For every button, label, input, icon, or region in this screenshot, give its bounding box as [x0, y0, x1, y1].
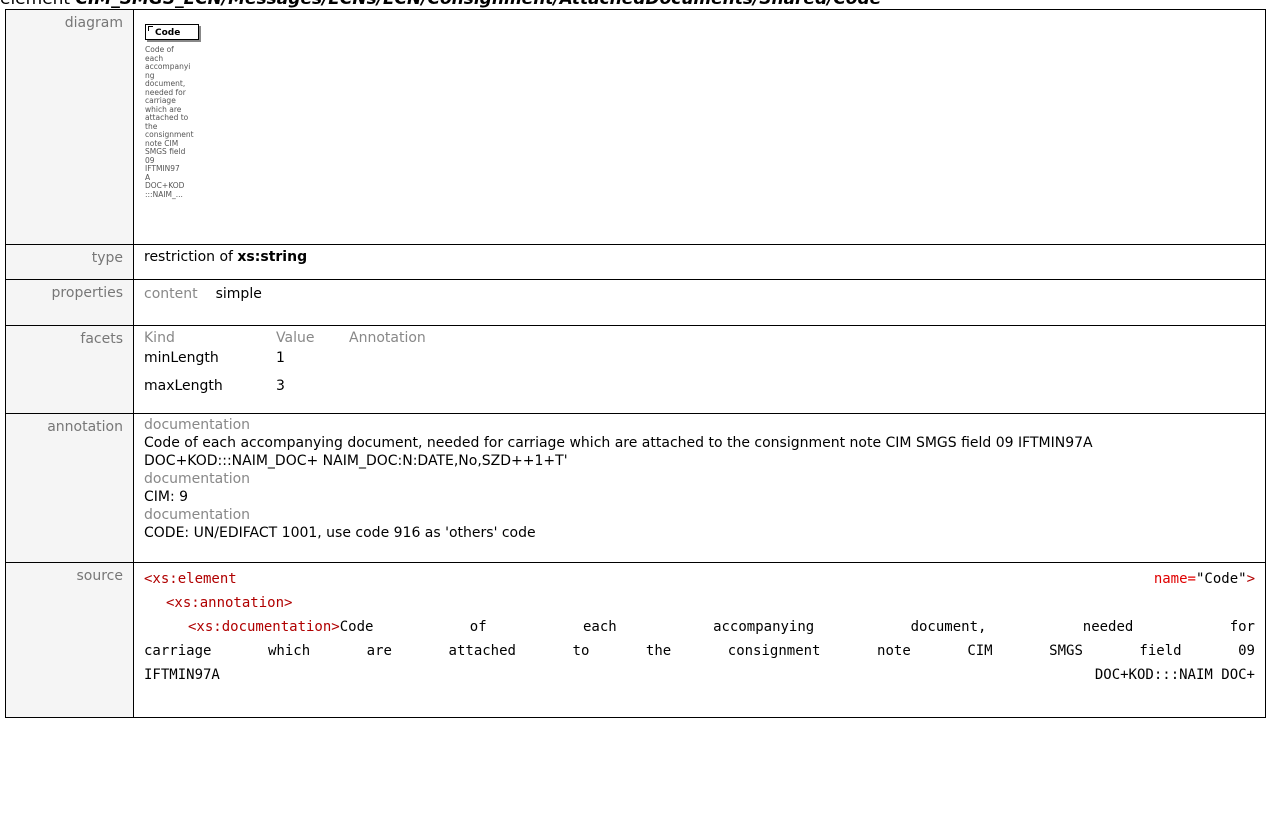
- row-diagram: diagram Code Code of each accompanyi ng …: [5, 9, 1266, 245]
- element-properties-table: diagram Code Code of each accompanyi ng …: [5, 9, 1266, 718]
- source-tag: <xs:element: [144, 571, 237, 587]
- diagram-cell: Code Code of each accompanyi ng document…: [133, 9, 1266, 245]
- row-properties: properties content simple: [5, 279, 1266, 326]
- element-box-label: Code: [155, 28, 181, 38]
- type-base-link[interactable]: xs:string: [237, 249, 307, 265]
- element-path: CIM_SMGS_ECN/Messages/ECNs/ECN/Consignme…: [76, 0, 882, 9]
- source-line: <xs:documentation> Code of each accompan…: [144, 615, 1255, 639]
- facets-header: Kind Value Annotation: [144, 330, 1255, 346]
- diagram-doc-line: IFTMIN97: [145, 164, 180, 173]
- source-text: DOC+KOD:::NAIM DOC+: [1094, 667, 1255, 683]
- row-type: type restriction of xs:string: [5, 244, 1266, 280]
- facet-row: minLength 1: [144, 350, 1255, 366]
- row-label-type: type: [5, 244, 134, 280]
- documentation-label: documentation: [144, 507, 251, 523]
- source-line: carriage which are attached to the consi…: [144, 639, 1255, 663]
- row-label-diagram: diagram: [5, 9, 134, 245]
- element-marker-icon: [148, 26, 153, 31]
- documentation-label: documentation: [144, 417, 251, 433]
- schema-diagram[interactable]: Code Code of each accompanyi ng document…: [145, 24, 220, 199]
- facet-kind: minLength: [144, 350, 219, 366]
- source-tag: <xs:documentation>: [188, 619, 340, 635]
- documentation-text: Code of each accompanying document, need…: [144, 435, 1093, 469]
- facet-row: maxLength 3: [144, 378, 1255, 394]
- source-line: <xs:annotation>: [144, 591, 1255, 615]
- diagram-doc-line: :::NAIM_...: [145, 189, 183, 199]
- source-text: Code of each accompanying document, need…: [339, 619, 1255, 635]
- facets-cell: Kind Value Annotation minLength 1 maxLen…: [133, 325, 1266, 414]
- facet-col-value: Value: [276, 330, 315, 346]
- source-text: carriage which are attached to the consi…: [144, 643, 1255, 659]
- source-attr: name=: [1153, 571, 1196, 587]
- row-facets: facets Kind Value Annotation minLength 1…: [5, 325, 1266, 414]
- type-prefix: restriction of: [144, 249, 238, 265]
- type-cell: restriction of xs:string: [133, 244, 1266, 280]
- facet-col-annotation: Annotation: [349, 330, 426, 346]
- source-text: IFTMIN97A: [144, 667, 220, 683]
- element-prefix: element: [0, 0, 76, 9]
- annotation-cell: documentation Code of each accompanying …: [133, 413, 1266, 563]
- documentation-text: CIM: 9: [144, 489, 189, 505]
- facet-value: 1: [276, 350, 285, 366]
- properties-cell: content simple: [133, 279, 1266, 326]
- source-tag: <xs:annotation>: [166, 595, 293, 611]
- element-box[interactable]: Code: [145, 24, 199, 40]
- documentation-text: CODE: UN/EDIFACT 1001, use code 916 as '…: [144, 525, 536, 541]
- source-tag-end: >: [1246, 571, 1255, 587]
- source-code: <xs:element name="Code"> <xs:annotation>…: [133, 562, 1266, 718]
- row-label-properties: properties: [5, 279, 134, 326]
- source-line: IFTMIN97A DOC+KOD:::NAIM DOC+: [144, 663, 1255, 687]
- property-key: content: [144, 286, 198, 302]
- row-annotation: annotation documentation Code of each ac…: [5, 413, 1266, 563]
- source-line: <xs:element name="Code">: [144, 567, 1255, 591]
- documentation-label: documentation: [144, 471, 251, 487]
- diagram-doc-line: accompanyi: [145, 62, 191, 71]
- facet-value: 3: [276, 378, 285, 394]
- source-attr-value: "Code": [1195, 571, 1247, 587]
- row-label-annotation: annotation: [5, 413, 134, 563]
- source-attr-group: name="Code">: [1154, 567, 1255, 591]
- facet-kind: maxLength: [144, 378, 223, 394]
- row-source: source <xs:element name="Code"> <xs:anno…: [5, 562, 1266, 718]
- diagram-doc-line: SMGS field: [145, 147, 186, 156]
- facet-col-kind: Kind: [144, 330, 175, 346]
- property-value: simple: [215, 286, 262, 302]
- row-label-source: source: [5, 562, 134, 718]
- row-label-facets: facets: [5, 325, 134, 414]
- diagram-doc-text: Code of each accompanyi ng document, nee…: [145, 45, 215, 199]
- element-path-heading: element CIM_SMGS_ECN/Messages/ECNs/ECN/C…: [0, 0, 1266, 9]
